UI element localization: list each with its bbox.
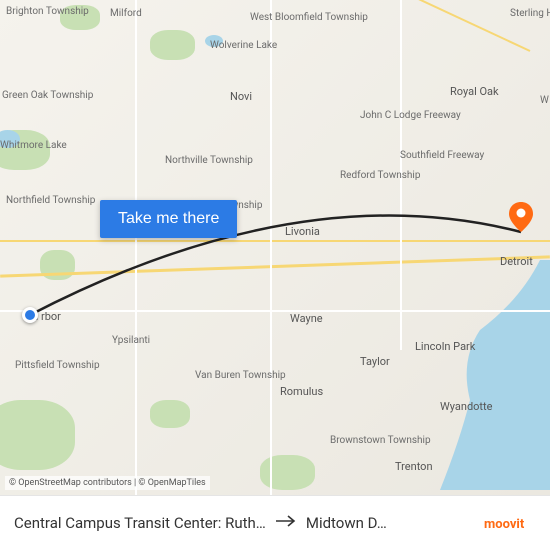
road bbox=[400, 0, 402, 350]
park bbox=[60, 5, 100, 30]
park bbox=[150, 400, 190, 428]
route-from: Central Campus Transit Center: Ruth… bbox=[14, 514, 266, 532]
detroit-river bbox=[410, 260, 550, 495]
park bbox=[0, 400, 75, 470]
route-summary: Central Campus Transit Center: Ruth… Mid… bbox=[14, 514, 476, 532]
park bbox=[150, 30, 195, 60]
moovit-logo: moovit bbox=[484, 512, 536, 534]
road bbox=[0, 240, 550, 242]
map-attribution: © OpenStreetMap contributors | © OpenMap… bbox=[5, 476, 210, 490]
map-viewport[interactable]: Brighton TownshipMilfordWest Bloomfield … bbox=[0, 0, 550, 495]
park bbox=[260, 455, 315, 490]
route-footer: Central Campus Transit Center: Ruth… Mid… bbox=[0, 495, 550, 550]
road bbox=[135, 0, 137, 495]
lake bbox=[205, 35, 223, 47]
road bbox=[0, 310, 550, 312]
arrow-right-icon bbox=[276, 514, 296, 532]
road bbox=[270, 0, 272, 495]
route-to: Midtown D… bbox=[306, 514, 387, 532]
origin-marker[interactable] bbox=[22, 307, 38, 323]
destination-marker[interactable] bbox=[509, 202, 533, 232]
take-me-there-button[interactable]: Take me there bbox=[100, 200, 237, 238]
svg-text:moovit: moovit bbox=[484, 517, 525, 532]
